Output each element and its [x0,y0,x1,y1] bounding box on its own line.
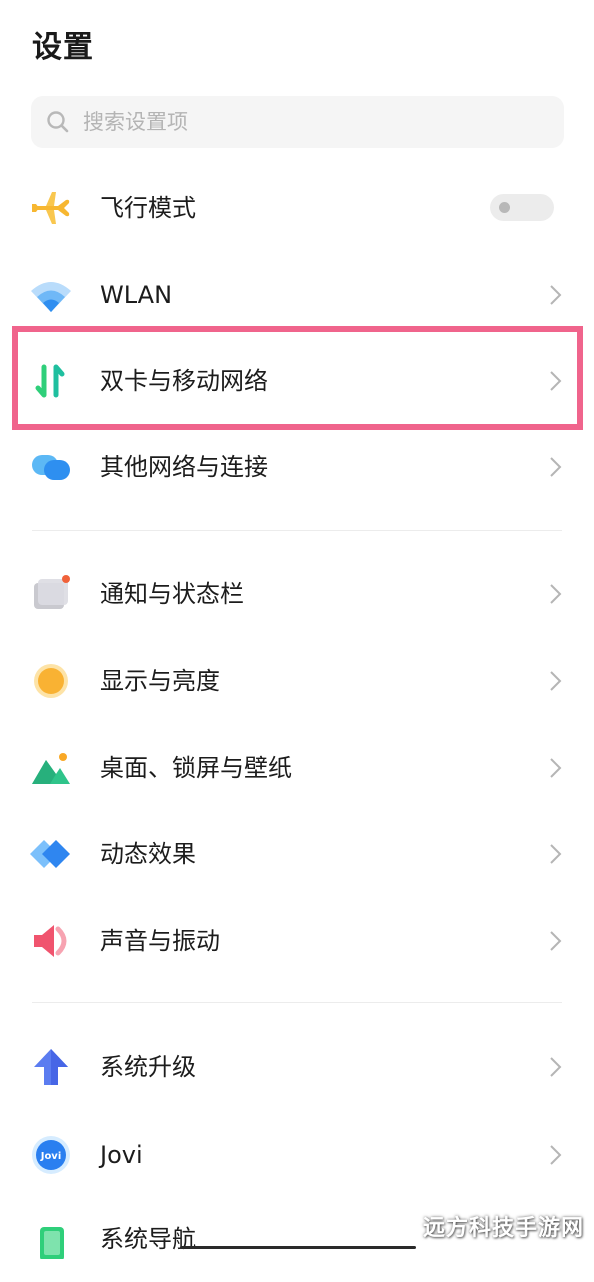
settings-item-motion-effects[interactable]: 动态效果 [0,811,594,897]
page-title: 设置 [32,30,94,65]
settings-item-system-upgrade[interactable]: 系统升级 [0,1024,594,1110]
chevron-right-icon [550,1145,562,1165]
chevron-right-icon [550,931,562,951]
upgrade-arrow-icon [34,1049,68,1085]
connection-bubbles-icon [32,455,70,480]
motion-diamond-icon [30,840,70,868]
toggle-knob [499,202,510,213]
home-indicator[interactable] [180,1246,416,1249]
settings-item-other-networks[interactable]: 其他网络与连接 [0,424,594,510]
search-bar[interactable] [31,96,564,148]
settings-item-label: 声音与振动 [100,927,220,955]
speaker-icon [34,925,67,957]
airplane-mode-toggle[interactable] [490,194,554,221]
chevron-right-icon [550,844,562,864]
search-icon [47,111,69,133]
brightness-sun-icon [34,664,68,698]
settings-item-label: 动态效果 [100,840,196,868]
airplane-icon [32,192,70,224]
chevron-right-icon [550,285,562,305]
settings-item-label: 桌面、锁屏与壁纸 [100,754,292,782]
chevron-right-icon [550,758,562,778]
settings-item-label: 其他网络与连接 [100,453,268,481]
search-input[interactable] [81,109,545,135]
settings-item-label: 通知与状态栏 [100,580,244,608]
settings-item-desktop-lockscreen-wallpaper[interactable]: 桌面、锁屏与壁纸 [0,725,594,811]
settings-item-sound-vibration[interactable]: 声音与振动 [0,898,594,984]
settings-item-label: 飞行模式 [100,194,196,222]
settings-item-label: 显示与亮度 [100,667,220,695]
settings-item-label: Jovi [100,1141,143,1169]
wifi-icon [31,282,71,312]
section-divider [32,530,562,531]
wallpaper-mountain-icon [32,753,70,784]
settings-item-notifications-status-bar[interactable]: 通知与状态栏 [0,551,594,637]
jovi-icon-text: Jovi [40,1151,62,1162]
settings-item-label: 系统导航 [100,1225,196,1253]
jovi-icon: Jovi [32,1136,70,1174]
notification-icon [34,575,70,609]
settings-item-display-brightness[interactable]: 显示与亮度 [0,638,594,724]
chevron-right-icon [550,671,562,691]
highlight-box [12,326,583,430]
settings-item-jovi[interactable]: Jovi Jovi [0,1112,594,1198]
watermark: 远方科技手游网 [422,1216,584,1241]
chevron-right-icon [550,457,562,477]
section-divider [32,1002,562,1003]
chevron-right-icon [550,1057,562,1077]
chevron-right-icon [550,584,562,604]
system-navigation-icon [40,1227,64,1259]
settings-item-label: 系统升级 [100,1053,196,1081]
